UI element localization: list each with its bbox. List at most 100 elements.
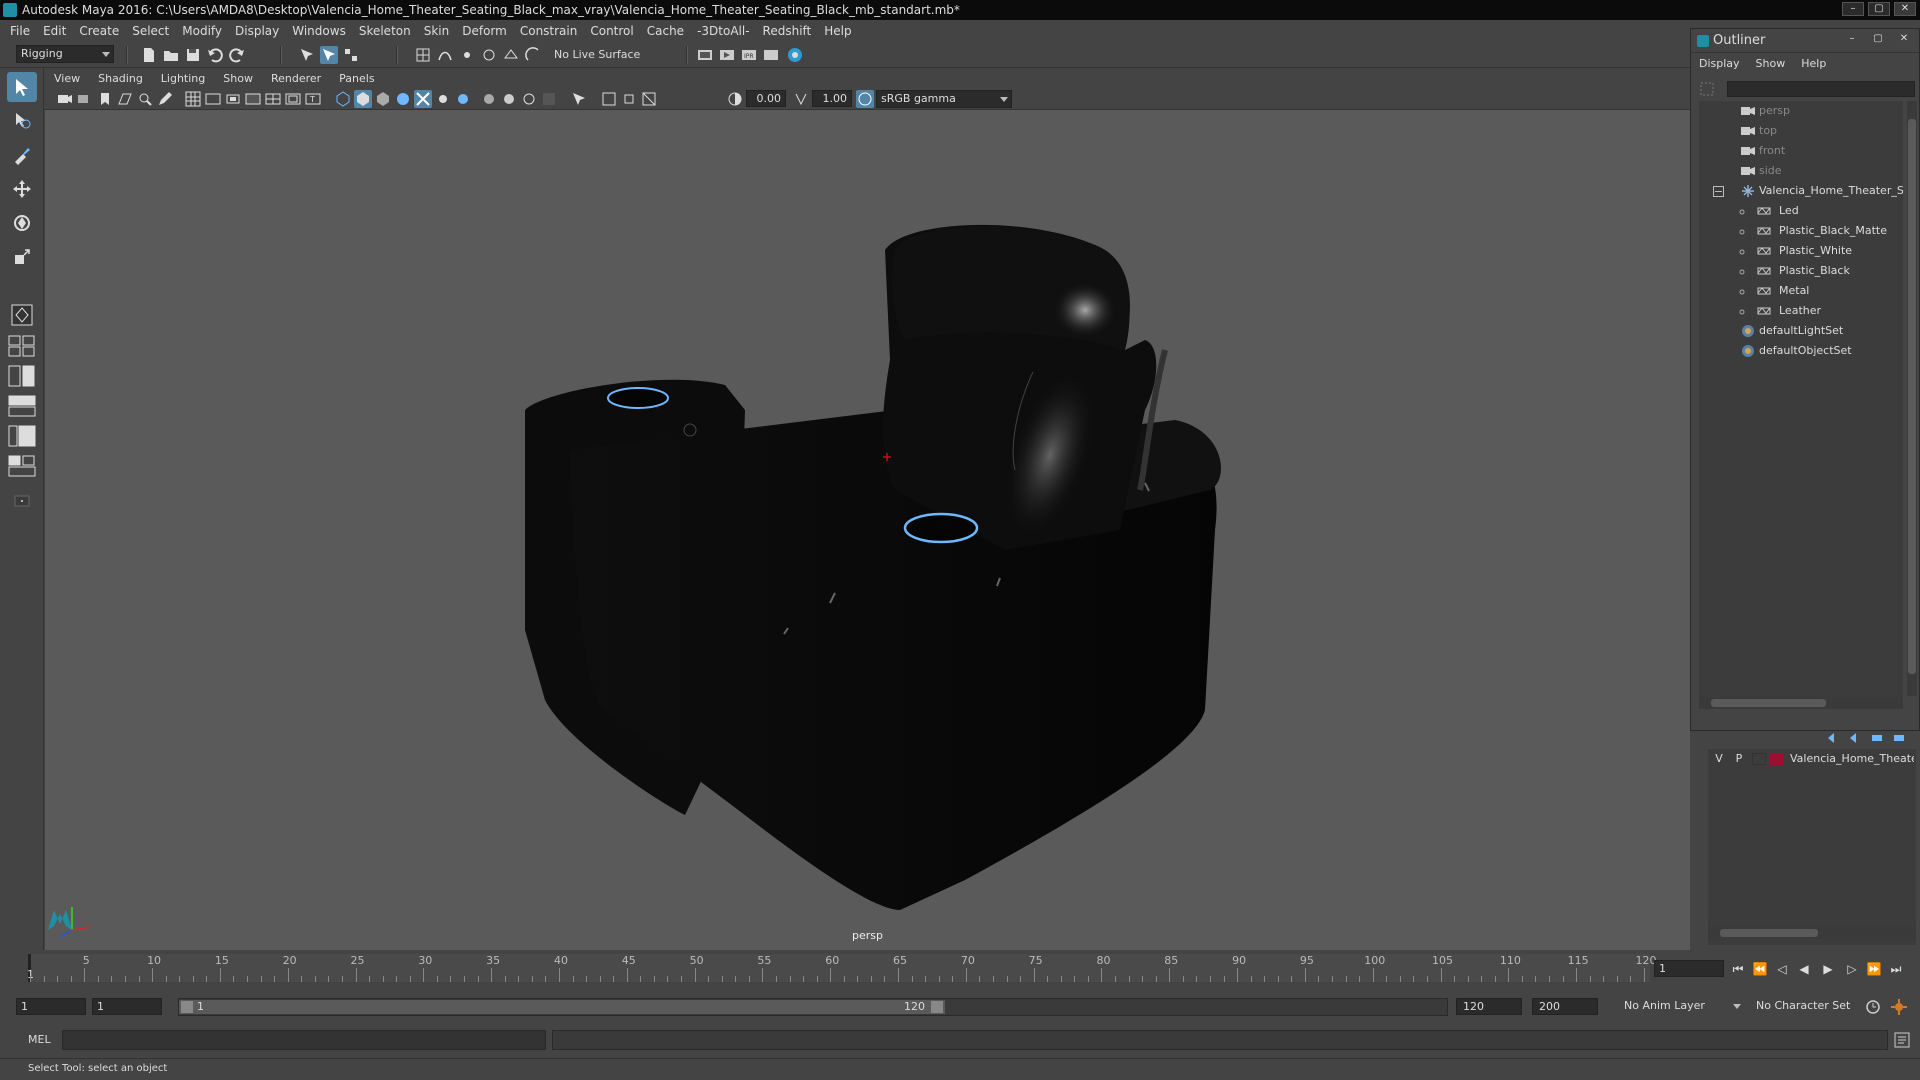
- shadows-icon[interactable]: [454, 90, 472, 108]
- bookmark-icon[interactable]: [96, 90, 114, 108]
- menu-file[interactable]: File: [10, 24, 30, 38]
- exposure-field[interactable]: 0.00: [746, 90, 786, 107]
- layer-visibility-toggle[interactable]: V: [1712, 749, 1726, 769]
- animation-preferences-icon[interactable]: [1890, 998, 1908, 1016]
- outliner-horizontal-scrollbar[interactable]: [1699, 697, 1903, 709]
- close-button[interactable]: ✕: [1894, 2, 1916, 16]
- range-end-grip[interactable]: [931, 1001, 943, 1013]
- xray-icon[interactable]: [414, 90, 432, 108]
- exposure-icon[interactable]: [726, 90, 744, 108]
- script-editor-icon[interactable]: [1894, 1032, 1910, 1048]
- viewport-menu-view[interactable]: View: [54, 72, 80, 85]
- outliner-item-led[interactable]: Led: [1699, 201, 1903, 221]
- outliner-item-plastic-black[interactable]: Plastic_Black: [1699, 261, 1903, 281]
- ipr-render-icon[interactable]: IPR: [740, 46, 758, 64]
- toolbox-more-icon[interactable]: [7, 488, 37, 512]
- menu-cache[interactable]: Cache: [647, 24, 684, 38]
- go-to-end-icon[interactable]: ⏭: [1888, 962, 1904, 976]
- grid-toggle-icon[interactable]: [184, 90, 202, 108]
- outliner-item-metal[interactable]: Metal: [1699, 281, 1903, 301]
- viewport-menu-show[interactable]: Show: [223, 72, 253, 85]
- outliner-vertical-scrollbar[interactable]: [1907, 101, 1917, 696]
- menu-constrain[interactable]: Constrain: [520, 24, 578, 38]
- menu-modify[interactable]: Modify: [182, 24, 222, 38]
- current-frame-field[interactable]: 1: [1654, 960, 1724, 977]
- auto-key-icon[interactable]: [1864, 998, 1882, 1016]
- time-slider-track[interactable]: 1 5 10 15 20 25 30 35 40 45 50 55 60 65 70 75 80 85 90 95 1…: [27, 954, 1657, 982]
- layer-color-swatch[interactable]: [1770, 753, 1784, 765]
- menu-display[interactable]: Display: [235, 24, 279, 38]
- animation-start-field[interactable]: 1: [16, 998, 86, 1015]
- step-forward-frame-icon[interactable]: ▷: [1844, 962, 1860, 976]
- toggle-hud-icon[interactable]: [640, 90, 658, 108]
- select-tool-icon[interactable]: [7, 72, 37, 102]
- select-component-icon[interactable]: [342, 46, 360, 64]
- persp-outliner-layout-icon[interactable]: [7, 364, 37, 388]
- step-back-key-icon[interactable]: ⏪: [1752, 962, 1768, 976]
- outliner-item-group[interactable]: Valencia_Home_Theater_Seating_Black: [1699, 181, 1903, 201]
- persp-graph-layout-icon[interactable]: [7, 394, 37, 418]
- outliner-item-persp[interactable]: persp: [1699, 101, 1903, 121]
- outliner-filter-icon[interactable]: [1699, 81, 1717, 97]
- layer-row[interactable]: V P Valencia_Home_Theater_Seating_Black: [1708, 749, 1916, 769]
- layer-playback-toggle[interactable]: P: [1732, 749, 1746, 769]
- range-slider[interactable]: 1 120: [178, 998, 1448, 1016]
- wireframe-icon[interactable]: [334, 90, 352, 108]
- menuset-dropdown[interactable]: Rigging: [16, 45, 114, 63]
- menu-skeleton[interactable]: Skeleton: [359, 24, 411, 38]
- gate-mask-icon[interactable]: [244, 90, 262, 108]
- anti-aliasing-icon[interactable]: [520, 90, 538, 108]
- time-slider[interactable]: 1 5 10 15 20 25 30 35 40 45 50 55 60 65 70 75 80 85 90 95 1…: [0, 950, 1920, 986]
- single-perspective-layout-icon[interactable]: [7, 300, 37, 330]
- outliner-minimize-button[interactable]: –: [1841, 33, 1863, 47]
- lasso-tool-icon[interactable]: [7, 106, 37, 136]
- menu-windows[interactable]: Windows: [292, 24, 346, 38]
- outliner-item-plastic-white[interactable]: Plastic_White: [1699, 241, 1903, 261]
- play-backward-icon[interactable]: ◀: [1796, 962, 1812, 976]
- move-tool-icon[interactable]: [7, 174, 37, 204]
- character-set-dropdown[interactable]: No Character Set: [1752, 998, 1864, 1016]
- outliner-search-input[interactable]: [1727, 81, 1915, 97]
- layer-type-toggle[interactable]: [1752, 753, 1766, 765]
- select-hierarchy-icon[interactable]: [298, 46, 316, 64]
- outliner-close-button[interactable]: ✕: [1893, 33, 1915, 47]
- menu-skin[interactable]: Skin: [424, 24, 450, 38]
- four-view-layout-icon[interactable]: [7, 334, 37, 358]
- menu-help[interactable]: Help: [824, 24, 851, 38]
- snap-grid-icon[interactable]: [414, 46, 432, 64]
- gamma-icon[interactable]: [792, 90, 810, 108]
- perspective-viewport[interactable]: persp: [45, 110, 1690, 950]
- safe-title-icon[interactable]: T: [304, 90, 322, 108]
- snap-projected-center-icon[interactable]: [480, 46, 498, 64]
- gamma-field[interactable]: 1.00: [812, 90, 852, 107]
- menu-select[interactable]: Select: [132, 24, 169, 38]
- image-plane-icon[interactable]: [116, 90, 134, 108]
- open-scene-icon[interactable]: [162, 46, 180, 64]
- maximize-button[interactable]: ▢: [1868, 2, 1890, 16]
- outliner-item-leather[interactable]: Leather: [1699, 301, 1903, 321]
- menu-redshift[interactable]: Redshift: [763, 24, 812, 38]
- animation-end-field[interactable]: 200: [1532, 998, 1598, 1015]
- hypershade-layout-icon[interactable]: [7, 424, 37, 448]
- snap-curve-icon[interactable]: [436, 46, 454, 64]
- recliner-seat-model[interactable]: [45, 110, 1690, 950]
- new-scene-icon[interactable]: [140, 46, 158, 64]
- menu-edit[interactable]: Edit: [43, 24, 66, 38]
- menu-deform[interactable]: Deform: [462, 24, 507, 38]
- default-material-icon[interactable]: [374, 90, 392, 108]
- wireframe-on-shaded-icon[interactable]: [394, 90, 412, 108]
- isolate-select-icon[interactable]: [570, 90, 588, 108]
- make-live-icon[interactable]: [524, 46, 542, 64]
- snap-view-plane-icon[interactable]: [502, 46, 520, 64]
- camera-select-icon[interactable]: [56, 90, 74, 108]
- render-frame-icon[interactable]: [718, 46, 736, 64]
- outliner-item-default-object-set[interactable]: defaultObjectSet: [1699, 341, 1903, 361]
- rotate-tool-icon[interactable]: [7, 208, 37, 238]
- scale-tool-icon[interactable]: [7, 242, 37, 272]
- frame-selection-icon[interactable]: [620, 90, 638, 108]
- two-d-pan-zoom-icon[interactable]: [136, 90, 154, 108]
- paint-select-tool-icon[interactable]: [7, 140, 37, 170]
- snap-point-icon[interactable]: [458, 46, 476, 64]
- screen-space-ao-icon[interactable]: [480, 90, 498, 108]
- range-start-grip[interactable]: [181, 1001, 193, 1013]
